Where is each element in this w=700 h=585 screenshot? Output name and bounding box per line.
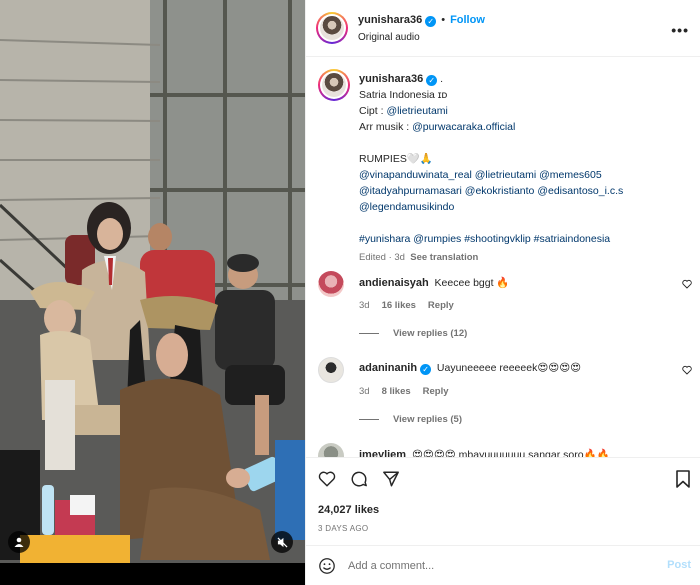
comment-time: 3d bbox=[359, 300, 370, 311]
arr-label: Arr musik : bbox=[359, 121, 410, 133]
comment-avatar[interactable] bbox=[318, 271, 344, 297]
cipt-mention[interactable]: @lietrieutami bbox=[386, 105, 447, 117]
comment-likes[interactable]: 8 likes bbox=[382, 386, 411, 397]
comment-username[interactable]: adaninanih bbox=[359, 362, 417, 374]
verified-icon: ✓ bbox=[425, 15, 437, 27]
comment-likes[interactable]: 16 likes bbox=[382, 300, 416, 311]
heart-icon[interactable] bbox=[682, 365, 692, 375]
arr-mention[interactable]: @purwacaraka.official bbox=[412, 121, 515, 133]
video-frame bbox=[0, 0, 305, 585]
comment-item: adaninanih ✓ Uayuneeeee reeeeek😍😍😍😍 3d 8 l… bbox=[318, 357, 698, 427]
comment-icon[interactable] bbox=[350, 470, 368, 488]
media-bottom-bar bbox=[0, 563, 305, 585]
avatar[interactable] bbox=[316, 12, 348, 44]
heart-icon[interactable] bbox=[318, 470, 336, 488]
post-actions: 24,027 likes 3 DAYS AGO bbox=[306, 457, 700, 545]
post-date: 3 DAYS AGO bbox=[318, 524, 369, 533]
caption: yunishara36 ✓ . Satria Indonesia ɪᴅ Cipt … bbox=[359, 71, 689, 266]
caption-mentions-1[interactable]: @vinapanduwinata_real @lietrieutami @mem… bbox=[359, 167, 689, 183]
author-username[interactable]: yunishara36 bbox=[358, 14, 422, 26]
caption-rumpies: RUMPIES🤍🙏 bbox=[359, 153, 433, 165]
post-comment-button[interactable]: Post bbox=[667, 559, 691, 571]
caption-edited: Edited · 3d bbox=[359, 252, 405, 263]
comment-avatar[interactable] bbox=[318, 357, 344, 383]
emoji-icon[interactable] bbox=[318, 557, 336, 575]
comment-text: 😍😍😍😍 mbayuuuuuuu sangar soro🔥🔥 bbox=[411, 449, 610, 457]
cipt-label: Cipt : bbox=[359, 105, 384, 117]
separator-dot: • bbox=[441, 13, 446, 26]
comment-item: imeyliem 😍😍😍😍 mbayuuuuuuu sangar soro🔥🔥 bbox=[318, 443, 698, 457]
speaker-muted-icon bbox=[276, 536, 288, 548]
follow-button[interactable]: Follow bbox=[450, 14, 485, 26]
heart-icon[interactable] bbox=[682, 279, 692, 289]
comment-avatar[interactable] bbox=[318, 443, 344, 457]
caption-mentions-2[interactable]: @itadyahpurnamasari @ekokristianto @edis… bbox=[359, 183, 689, 199]
comment-time: 3d bbox=[359, 386, 370, 397]
tagged-users-button[interactable] bbox=[8, 531, 30, 553]
reply-button[interactable]: Reply bbox=[423, 386, 449, 397]
post-video[interactable] bbox=[0, 0, 305, 585]
comment-text: Keecee bggt 🔥 bbox=[434, 277, 510, 289]
comment-username[interactable]: imeyliem bbox=[359, 449, 406, 457]
post-details-panel: yunishara36 ✓ • Follow Original audio ••• y… bbox=[305, 0, 700, 585]
bookmark-icon[interactable] bbox=[675, 470, 691, 488]
likes-count[interactable]: 24,027 likes bbox=[318, 504, 379, 516]
caption-title: Satria Indonesia ɪᴅ bbox=[359, 89, 448, 101]
add-comment-bar: Post bbox=[306, 545, 700, 585]
comment-username[interactable]: andienaisyah bbox=[359, 277, 429, 289]
caption-dot: . bbox=[440, 73, 444, 85]
audio-link[interactable]: Original audio bbox=[358, 32, 485, 43]
user-icon bbox=[14, 537, 24, 547]
mute-button[interactable] bbox=[271, 531, 293, 553]
verified-icon: ✓ bbox=[420, 364, 432, 375]
comments-scroll-area[interactable]: yunishara36 ✓ . Satria Indonesia ɪᴅ Cipt … bbox=[306, 57, 700, 457]
see-translation-link[interactable]: See translation bbox=[410, 252, 478, 263]
more-options-icon[interactable]: ••• bbox=[671, 22, 689, 38]
comment-item: andienaisyah Keecee bggt 🔥 3d 16 likes Rep… bbox=[318, 271, 698, 341]
caption-username[interactable]: yunishara36 bbox=[359, 73, 423, 85]
caption-hashtags[interactable]: #yunishara @rumpies #shootingvklip #satr… bbox=[359, 231, 689, 247]
view-replies-button[interactable]: View replies (5) bbox=[359, 414, 462, 425]
verified-icon: ✓ bbox=[426, 75, 438, 86]
post-header: yunishara36 ✓ • Follow Original audio ••• bbox=[306, 0, 700, 57]
comment-text: Uayuneeeee reeeeek😍😍😍😍 bbox=[436, 362, 582, 374]
caption-mentions-3[interactable]: @legendamusikindo bbox=[359, 199, 689, 215]
share-icon[interactable] bbox=[382, 470, 400, 488]
comment-input[interactable] bbox=[348, 559, 638, 572]
caption-avatar[interactable] bbox=[318, 69, 350, 101]
reply-button[interactable]: Reply bbox=[428, 300, 454, 311]
view-replies-button[interactable]: View replies (12) bbox=[359, 328, 467, 339]
